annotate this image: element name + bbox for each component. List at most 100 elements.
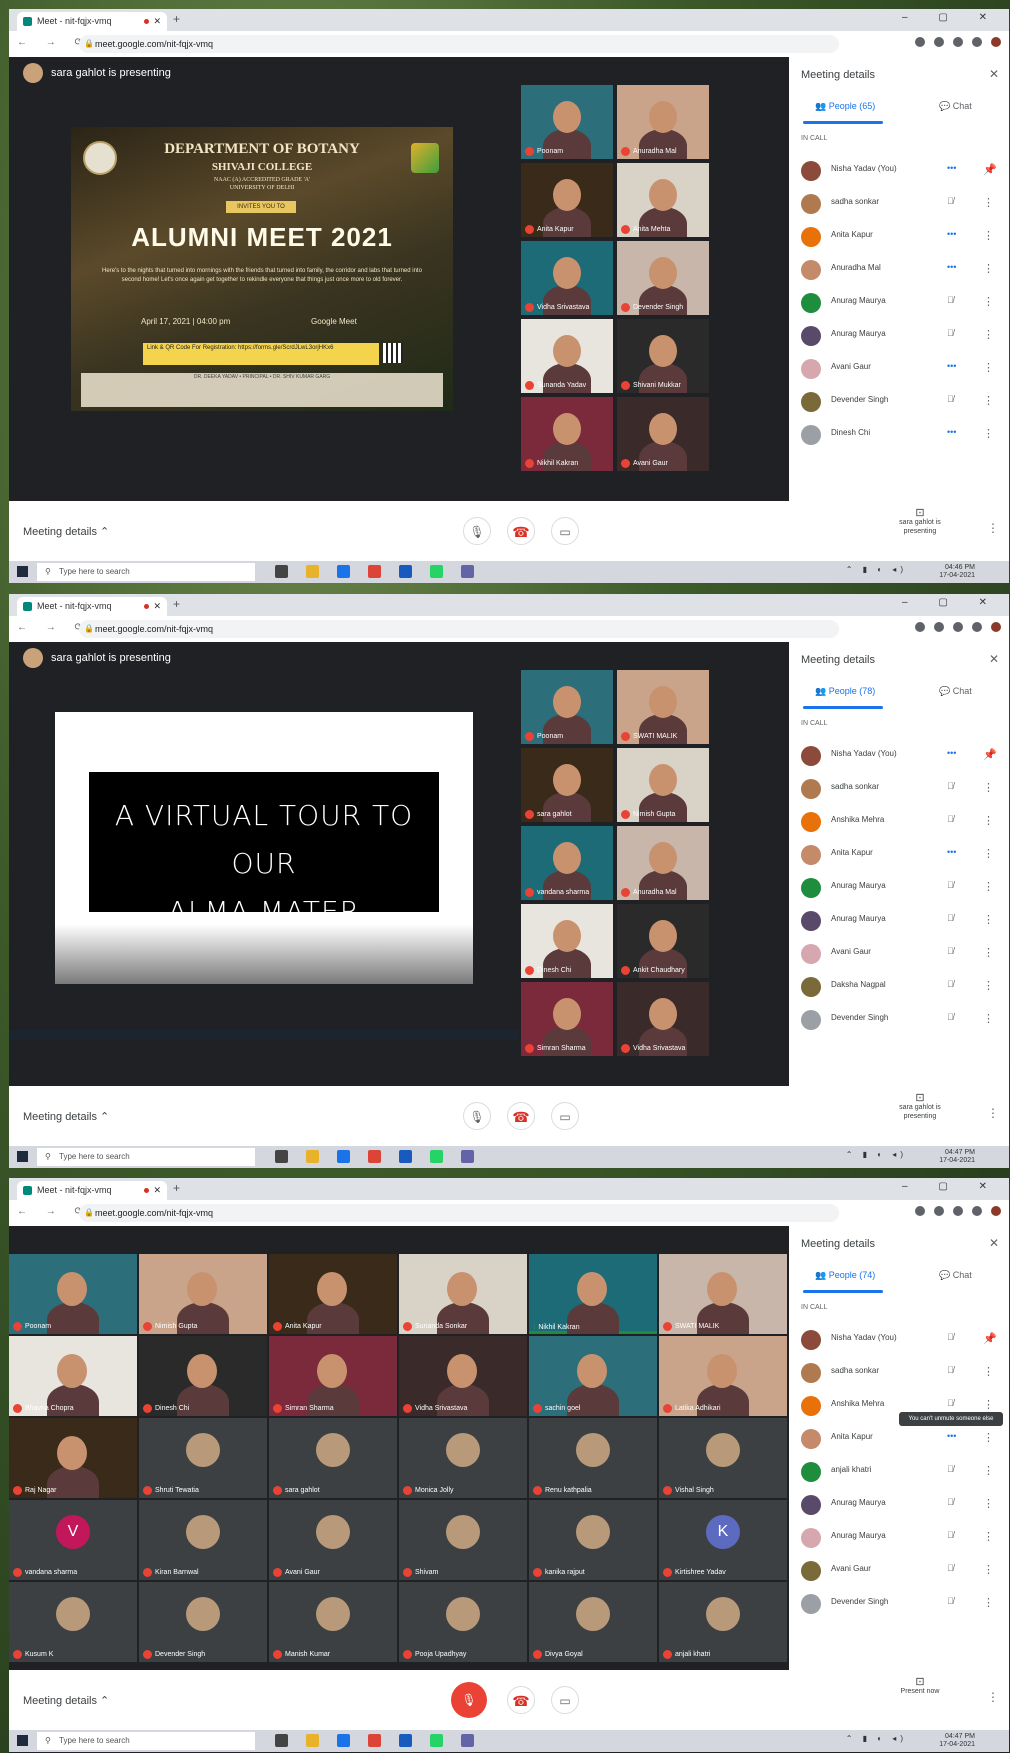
taskbar-search[interactable]: ⚲ Type here to search (37, 1732, 255, 1750)
tab-people[interactable]: 👥 People (65) (815, 101, 875, 112)
extension-icons[interactable] (915, 37, 1001, 47)
participant-row[interactable]: sadha sonkar 🎙̸ ⋮ (789, 771, 1009, 807)
more-options-icon[interactable]: ⋮ (983, 880, 994, 893)
participant-row[interactable]: Avani Gaur ••• ⋮ (789, 351, 1009, 387)
mic-off-icon[interactable]: 🎙̸ (947, 394, 954, 404)
participant-tile[interactable]: SWATI MALIK (617, 670, 709, 744)
pin-icon[interactable]: 📌 (983, 163, 997, 176)
more-options-icon[interactable]: ⋮ (983, 814, 994, 827)
participant-row[interactable]: Avani Gaur 🎙̸ ⋮ (789, 936, 1009, 972)
participant-row[interactable]: anjali khatri 🎙̸ ⋮ (789, 1454, 1009, 1490)
more-options-icon[interactable]: ⋮ (983, 361, 994, 374)
audio-level-icon[interactable]: ••• (947, 847, 956, 857)
participant-tile[interactable]: Poonam (521, 670, 613, 744)
mic-button[interactable]: 🎙 (463, 1102, 491, 1130)
more-options-icon[interactable]: ⋮ (983, 394, 994, 407)
address-bar[interactable]: 🔒 meet.google.com/nit-fqjx-vmq (79, 1204, 839, 1222)
extension-icons[interactable] (915, 1206, 1001, 1216)
participant-tile[interactable]: vandana sharma (521, 826, 613, 900)
mic-off-icon[interactable]: 🎙̸ (947, 1398, 954, 1408)
participant-tile[interactable]: Poonam (9, 1254, 137, 1334)
tab-chat[interactable]: 💬 Chat (939, 686, 972, 697)
presenting-button[interactable]: ⊡ sara gahlot is presenting (887, 508, 953, 536)
participant-row[interactable]: Anita Kapur ••• ⋮ (789, 1421, 1009, 1457)
participant-tile[interactable]: Manish Kumar (269, 1582, 397, 1662)
meeting-details-button[interactable]: Meeting details ⌃ (23, 1110, 109, 1123)
audio-level-icon[interactable]: ••• (947, 361, 956, 371)
participant-tile[interactable]: Anuradha Mal (617, 826, 709, 900)
participant-tile[interactable]: Anuradha Mal (617, 85, 709, 159)
more-options-icon[interactable]: ⋮ (983, 1365, 994, 1378)
mic-button[interactable]: 🎙 (463, 517, 491, 545)
taskbar-apps[interactable] (275, 1734, 474, 1747)
participant-row[interactable]: Nisha Yadav (You) ••• 📌 (789, 738, 1009, 774)
window-controls[interactable]: – ▢ ✕ (902, 597, 1001, 608)
participant-tile[interactable]: sara gahlot (269, 1418, 397, 1498)
pin-icon[interactable]: 📌 (983, 748, 997, 761)
participant-tile[interactable]: Nikhil Kakran (521, 397, 613, 471)
more-options-icon[interactable]: ⋮ (983, 979, 994, 992)
more-options-icon[interactable]: ⋮ (987, 1106, 999, 1120)
participant-tile[interactable]: Pooja Upadhyay (399, 1582, 527, 1662)
mic-muted-button[interactable]: 🎙 (451, 1682, 487, 1718)
tab-chat[interactable]: 💬 Chat (939, 101, 972, 112)
participant-tile[interactable]: Devender Singh (617, 241, 709, 315)
close-panel-icon[interactable]: ✕ (989, 67, 999, 81)
address-bar[interactable]: 🔒 meet.google.com/nit-fqjx-vmq (79, 35, 839, 53)
taskbar-apps[interactable] (275, 565, 474, 578)
participant-tile[interactable]: Dinesh Chi (521, 904, 613, 978)
participant-tile[interactable]: sara gahlot (521, 748, 613, 822)
more-options-icon[interactable]: ⋮ (983, 847, 994, 860)
mic-off-icon[interactable]: 🎙̸ (947, 781, 954, 791)
participant-row[interactable]: Daksha Nagpal 🎙̸ ⋮ (789, 969, 1009, 1005)
mic-off-icon[interactable]: 🎙̸ (947, 1365, 954, 1375)
more-options-icon[interactable]: ⋮ (983, 262, 994, 275)
new-tab-button[interactable]: + (173, 597, 180, 611)
more-options-icon[interactable]: ⋮ (983, 1497, 994, 1510)
windows-start-icon[interactable] (17, 1151, 28, 1162)
more-options-icon[interactable]: ⋮ (983, 229, 994, 242)
participant-row[interactable]: Anita Kapur ••• ⋮ (789, 219, 1009, 255)
participant-row[interactable]: Anurag Maurya 🎙̸ ⋮ (789, 1487, 1009, 1523)
participant-tile[interactable]: Sunanda Sonkar (399, 1254, 527, 1334)
participant-row[interactable]: Devender Singh 🎙̸ ⋮ (789, 1586, 1009, 1622)
participant-tile[interactable]: Vidha Srivastava (399, 1336, 527, 1416)
participant-tile[interactable]: Anita Kapur (521, 163, 613, 237)
audio-level-icon[interactable]: ••• (947, 748, 956, 758)
profile-avatar[interactable] (991, 622, 1001, 632)
browser-tab[interactable]: Meet - nit-fqjx-vmq ✕ (17, 12, 167, 31)
participant-tile[interactable]: Bhavna Chopra (9, 1336, 137, 1416)
mic-off-icon[interactable]: 🎙̸ (947, 946, 954, 956)
more-options-icon[interactable]: ⋮ (983, 913, 994, 926)
more-options-icon[interactable]: ⋮ (983, 1431, 994, 1444)
close-panel-icon[interactable]: ✕ (989, 652, 999, 666)
participant-tile[interactable]: ⁞ Nikhil Kakran (529, 1254, 657, 1334)
participant-row[interactable]: Anurag Maurya 🎙̸ ⋮ (789, 870, 1009, 906)
close-tab-icon[interactable]: ✕ (153, 597, 161, 616)
participant-tile[interactable]: Nimish Gupta (139, 1254, 267, 1334)
participant-tile[interactable]: Ankit Chaudhary (617, 904, 709, 978)
participant-tile[interactable]: Poonam (521, 85, 613, 159)
participant-tile[interactable]: Nimish Gupta (617, 748, 709, 822)
meeting-details-button[interactable]: Meeting details ⌃ (23, 1694, 109, 1707)
more-options-icon[interactable]: ⋮ (983, 946, 994, 959)
mic-off-icon[interactable]: 🎙̸ (947, 979, 954, 989)
more-options-icon[interactable]: ⋮ (983, 1012, 994, 1025)
participant-tile[interactable]: Renu kathpalia (529, 1418, 657, 1498)
participant-tile[interactable]: Avani Gaur (617, 397, 709, 471)
more-options-icon[interactable]: ⋮ (987, 1690, 999, 1704)
profile-avatar[interactable] (991, 1206, 1001, 1216)
mic-off-icon[interactable]: 🎙̸ (947, 1464, 954, 1474)
participant-row[interactable]: sadha sonkar 🎙̸ ⋮ (789, 186, 1009, 222)
participant-tile[interactable]: sachin goel (529, 1336, 657, 1416)
windows-start-icon[interactable] (17, 1735, 28, 1746)
participant-tile[interactable]: Raj Nagar (9, 1418, 137, 1498)
more-options-icon[interactable]: ⋮ (983, 328, 994, 341)
extension-icons[interactable] (915, 622, 1001, 632)
participant-tile[interactable]: Monica Jolly (399, 1418, 527, 1498)
more-options-icon[interactable]: ⋮ (983, 1563, 994, 1576)
participant-tile[interactable]: Vvandana sharma (9, 1500, 137, 1580)
profile-avatar[interactable] (991, 37, 1001, 47)
tab-chat[interactable]: 💬 Chat (939, 1270, 972, 1281)
participant-row[interactable]: Anurag Maurya 🎙̸ ⋮ (789, 903, 1009, 939)
